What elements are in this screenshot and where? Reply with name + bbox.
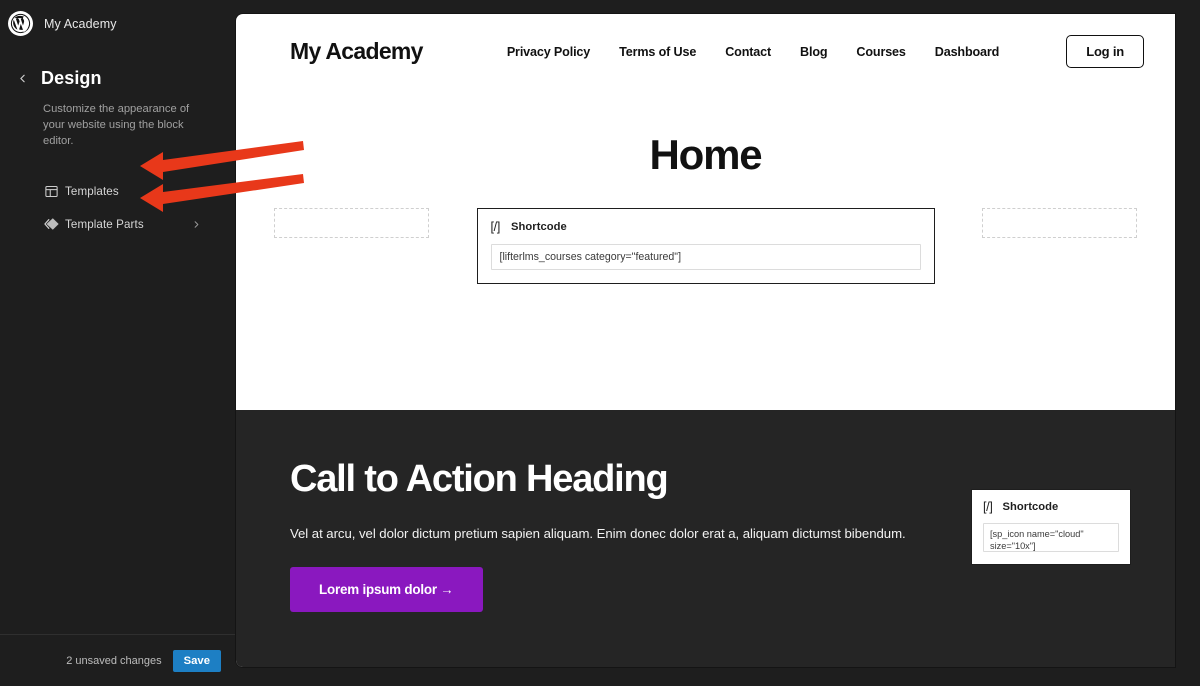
- nav-link-dashboard[interactable]: Dashboard: [935, 45, 1000, 59]
- shortcode-input-icon[interactable]: [983, 523, 1119, 552]
- cta-button[interactable]: Lorem ipsum dolor →: [290, 566, 483, 612]
- shortcode-block-header: [/] Shortcode: [491, 220, 921, 234]
- blocks-row: [/] Shortcode: [236, 208, 1175, 284]
- template-layout-icon: [43, 183, 60, 200]
- home-heading: Home: [649, 131, 763, 178]
- site-name-label: My Academy: [44, 16, 117, 31]
- shortcode-icon: [/]: [490, 220, 501, 234]
- chevron-right-icon: [191, 186, 202, 197]
- sidebar-item-templates[interactable]: Templates: [0, 175, 236, 208]
- empty-block-placeholder-right[interactable]: [982, 208, 1137, 238]
- shortcode-block-icon[interactable]: [/] Shortcode: [972, 490, 1130, 564]
- sidebar-item-label: Template Parts: [65, 217, 144, 231]
- save-button[interactable]: Save: [172, 649, 221, 672]
- shortcode-input-courses[interactable]: [490, 244, 921, 270]
- nav-link-courses[interactable]: Courses: [856, 45, 905, 59]
- page-title: Design: [41, 68, 102, 88]
- template-parts-diamond-icon: [43, 216, 60, 233]
- unsaved-changes-label: 2 unsaved changes: [66, 654, 162, 667]
- sidebar-nav-list: Templates Template Parts: [0, 175, 236, 241]
- home-content-section: Home [/] Shortcode: [236, 89, 1175, 410]
- shortcode-block-title: Shortcode: [511, 221, 567, 233]
- nav-link-blog[interactable]: Blog: [800, 45, 828, 59]
- shortcode-icon: [/]: [983, 500, 993, 514]
- shortcode-block-title: Shortcode: [1002, 501, 1059, 513]
- panel-header: Design: [0, 38, 236, 89]
- login-button[interactable]: Log in: [1066, 35, 1144, 68]
- site-header: My Academy Privacy Policy Terms of Use C…: [236, 14, 1175, 89]
- design-sidebar: My Academy Design Customize the appearan…: [0, 0, 236, 686]
- wordpress-logo-icon[interactable]: [8, 11, 33, 36]
- nav-link-terms-of-use[interactable]: Terms of Use: [619, 45, 696, 59]
- sidebar-item-template-parts[interactable]: Template Parts: [0, 208, 236, 241]
- chevron-right-icon: [191, 219, 202, 230]
- sidebar-brand-bar[interactable]: My Academy: [0, 0, 236, 38]
- nav-link-privacy-policy[interactable]: Privacy Policy: [507, 45, 590, 59]
- wordpress-site-editor: My Academy Design Customize the appearan…: [0, 0, 1200, 686]
- call-to-action-section: Call to Action Heading Vel at arcu, vel …: [236, 410, 1175, 667]
- chevron-left-icon[interactable]: [12, 69, 32, 89]
- site-preview-canvas[interactable]: My Academy Privacy Policy Terms of Use C…: [236, 14, 1175, 667]
- shortcode-block-header: [/] Shortcode: [983, 500, 1119, 514]
- site-logo[interactable]: My Academy: [290, 38, 423, 65]
- cta-heading: Call to Action Heading: [290, 458, 669, 500]
- sidebar-item-label: Templates: [65, 184, 119, 198]
- nav-link-contact[interactable]: Contact: [725, 45, 771, 59]
- site-navigation: Privacy Policy Terms of Use Contact Blog…: [507, 35, 1144, 68]
- empty-block-placeholder-left[interactable]: [274, 208, 429, 238]
- panel-description: Customize the appearance of your website…: [43, 103, 190, 148]
- shortcode-block-courses[interactable]: [/] Shortcode: [476, 208, 935, 284]
- save-bar: 2 unsaved changes Save: [0, 634, 236, 686]
